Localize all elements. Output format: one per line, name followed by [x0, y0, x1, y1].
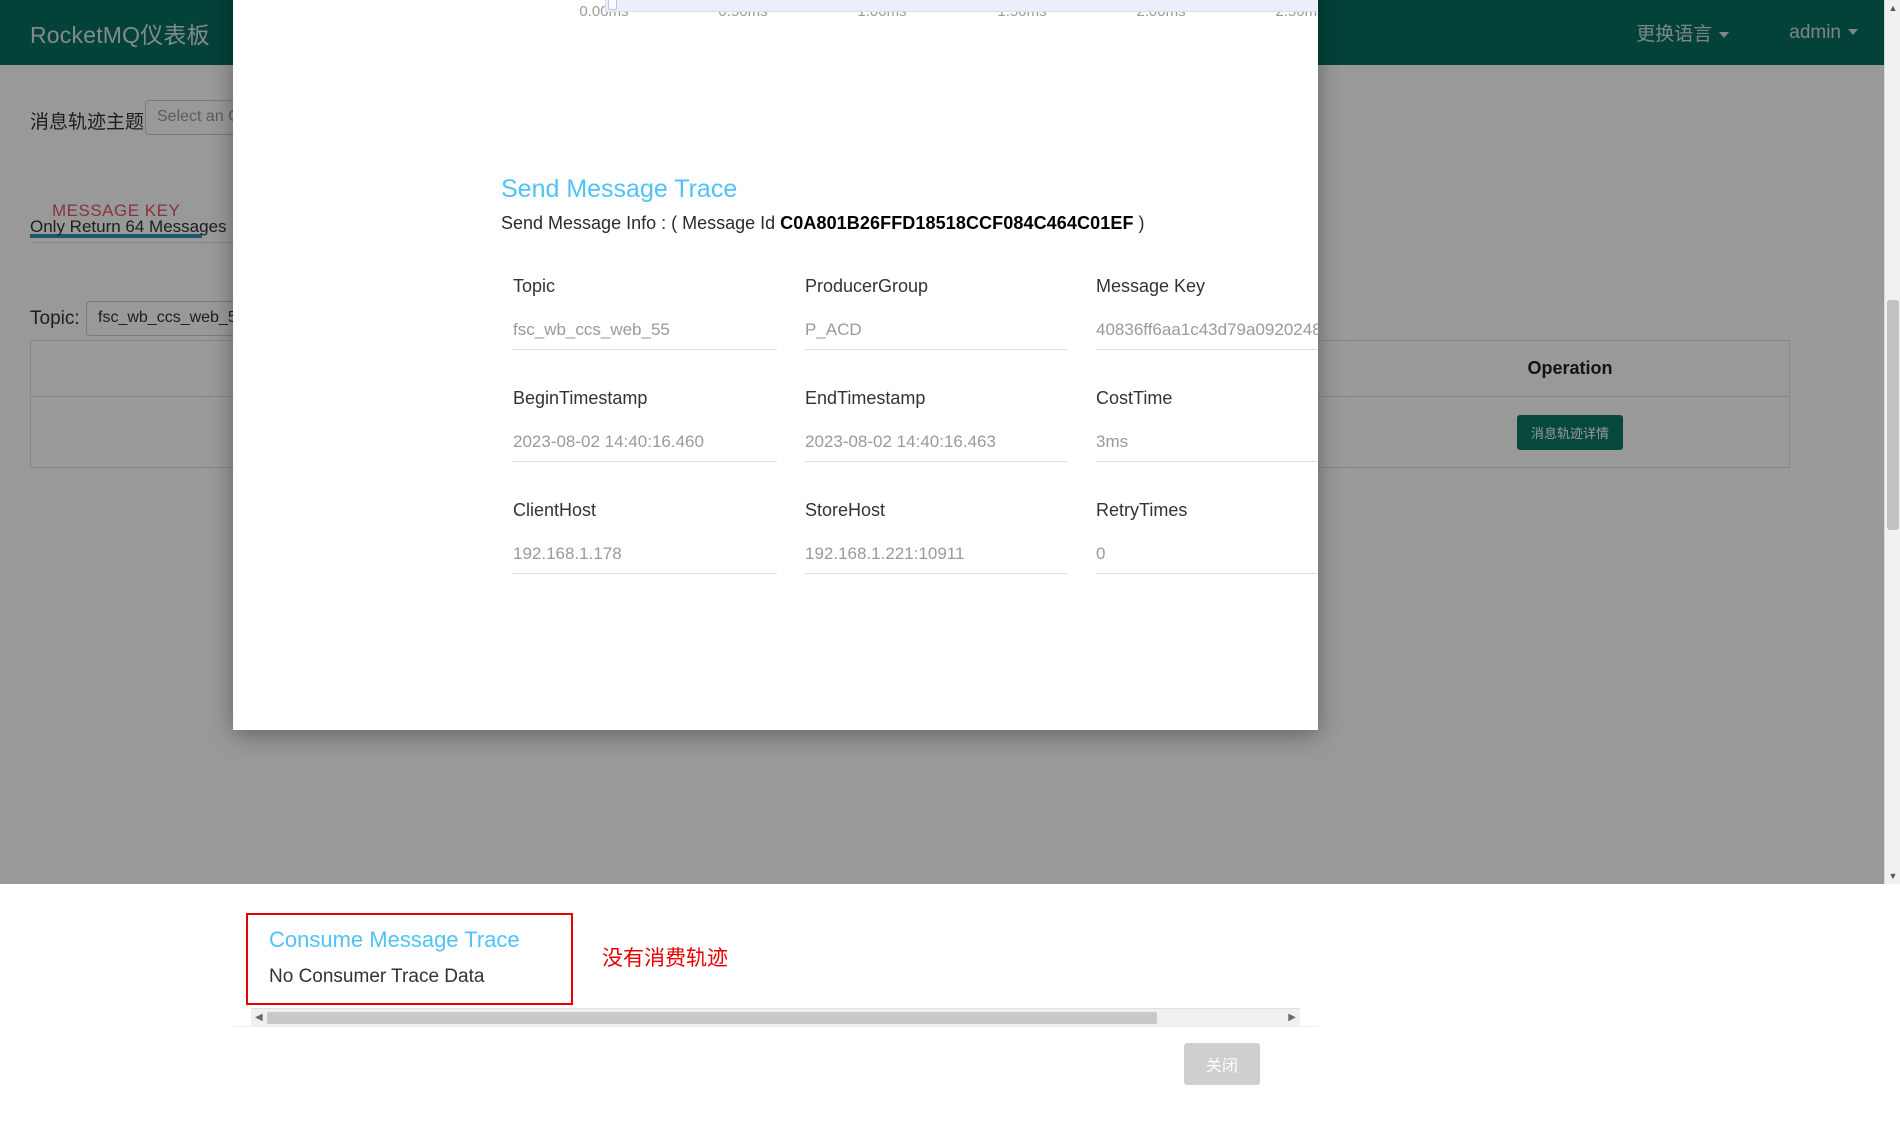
- field-storehost-label: StoreHost: [805, 500, 1067, 521]
- field-producergroup-label: ProducerGroup: [805, 276, 1067, 297]
- field-storehost: StoreHost 192.168.1.221:10911: [805, 500, 1067, 574]
- field-retrytimes-label: RetryTimes: [1096, 500, 1318, 521]
- field-message-key-value: 40836ff6aa1c43d79a0920248e3d2d: [1096, 320, 1318, 350]
- send-trace-title: Send Message Trace: [501, 175, 737, 204]
- scroll-right-arrow-icon[interactable]: ▶: [1288, 1012, 1296, 1024]
- field-endtimestamp-label: EndTimestamp: [805, 388, 1067, 409]
- close-button[interactable]: 关闭: [1184, 1043, 1260, 1085]
- consume-trace-highlight-box: Consume Message Trace No Consumer Trace …: [246, 913, 573, 1005]
- field-endtimestamp-value: 2023-08-02 14:40:16.463: [805, 432, 1067, 462]
- scroll-down-arrow-icon[interactable]: ▼: [1885, 868, 1900, 884]
- field-retrytimes: RetryTimes 0: [1096, 500, 1318, 574]
- field-retrytimes-value: 0: [1096, 544, 1318, 574]
- field-message-key: Message Key 40836ff6aa1c43d79a0920248e3d…: [1096, 276, 1318, 350]
- hscroll-thumb[interactable]: [267, 1012, 1157, 1024]
- modal-horizontal-scrollbar[interactable]: ◀ ▶: [251, 1008, 1300, 1026]
- send-message-info: Send Message Info : ( Message Id C0A801B…: [501, 213, 1145, 234]
- watermark: CSDN @天黑请闭眼: [1714, 850, 1878, 876]
- consume-trace-empty-text: No Consumer Trace Data: [269, 966, 484, 988]
- field-costtime-label: CostTime: [1096, 388, 1318, 409]
- send-message-id: C0A801B26FFD18518CCF084C464C01EF: [780, 213, 1133, 233]
- field-begintimestamp-label: BeginTimestamp: [513, 388, 777, 409]
- page-vertical-scrollbar[interactable]: ▲ ▼: [1884, 0, 1900, 884]
- slider-handle-left[interactable]: [608, 0, 617, 10]
- trace-timeline-chart: 0.00ms 0.50ms 1.00ms 1.50ms 2.00ms 2.50m…: [233, 0, 1318, 110]
- field-clienthost-label: ClientHost: [513, 500, 777, 521]
- field-message-key-label: Message Key: [1096, 276, 1318, 297]
- page-scroll-thumb[interactable]: [1887, 300, 1899, 530]
- scroll-up-arrow-icon[interactable]: ▲: [1885, 0, 1900, 16]
- field-begintimestamp: BeginTimestamp 2023-08-02 14:40:16.460: [513, 388, 777, 462]
- field-begintimestamp-value: 2023-08-02 14:40:16.460: [513, 432, 777, 462]
- field-costtime-value: 3ms: [1096, 432, 1318, 462]
- send-message-info-suffix: ): [1134, 213, 1145, 233]
- modal-footer: 关闭: [233, 1026, 1318, 1126]
- field-topic-label: Topic: [513, 276, 777, 297]
- field-storehost-value: 192.168.1.221:10911: [805, 544, 1067, 574]
- chart-range-slider[interactable]: [605, 0, 1318, 12]
- field-clienthost-value: 192.168.1.178: [513, 544, 777, 574]
- scroll-left-arrow-icon[interactable]: ◀: [255, 1012, 263, 1024]
- field-costtime: CostTime 3ms: [1096, 388, 1318, 462]
- field-clienthost: ClientHost 192.168.1.178: [513, 500, 777, 574]
- annotation-text: 没有消费轨迹: [602, 942, 728, 972]
- message-trace-modal: 0.00ms 0.50ms 1.00ms 1.50ms 2.00ms 2.50m…: [233, 0, 1318, 730]
- field-producergroup: ProducerGroup P_ACD: [805, 276, 1067, 350]
- field-endtimestamp: EndTimestamp 2023-08-02 14:40:16.463: [805, 388, 1067, 462]
- consume-trace-title: Consume Message Trace: [269, 927, 520, 953]
- send-message-info-prefix: Send Message Info : ( Message Id: [501, 213, 780, 233]
- modal-content: 0.00ms 0.50ms 1.00ms 1.50ms 2.00ms 2.50m…: [233, 0, 1318, 730]
- field-producergroup-value: P_ACD: [805, 320, 1067, 350]
- field-topic: Topic fsc_wb_ccs_web_55: [513, 276, 777, 350]
- field-topic-value: fsc_wb_ccs_web_55: [513, 320, 777, 350]
